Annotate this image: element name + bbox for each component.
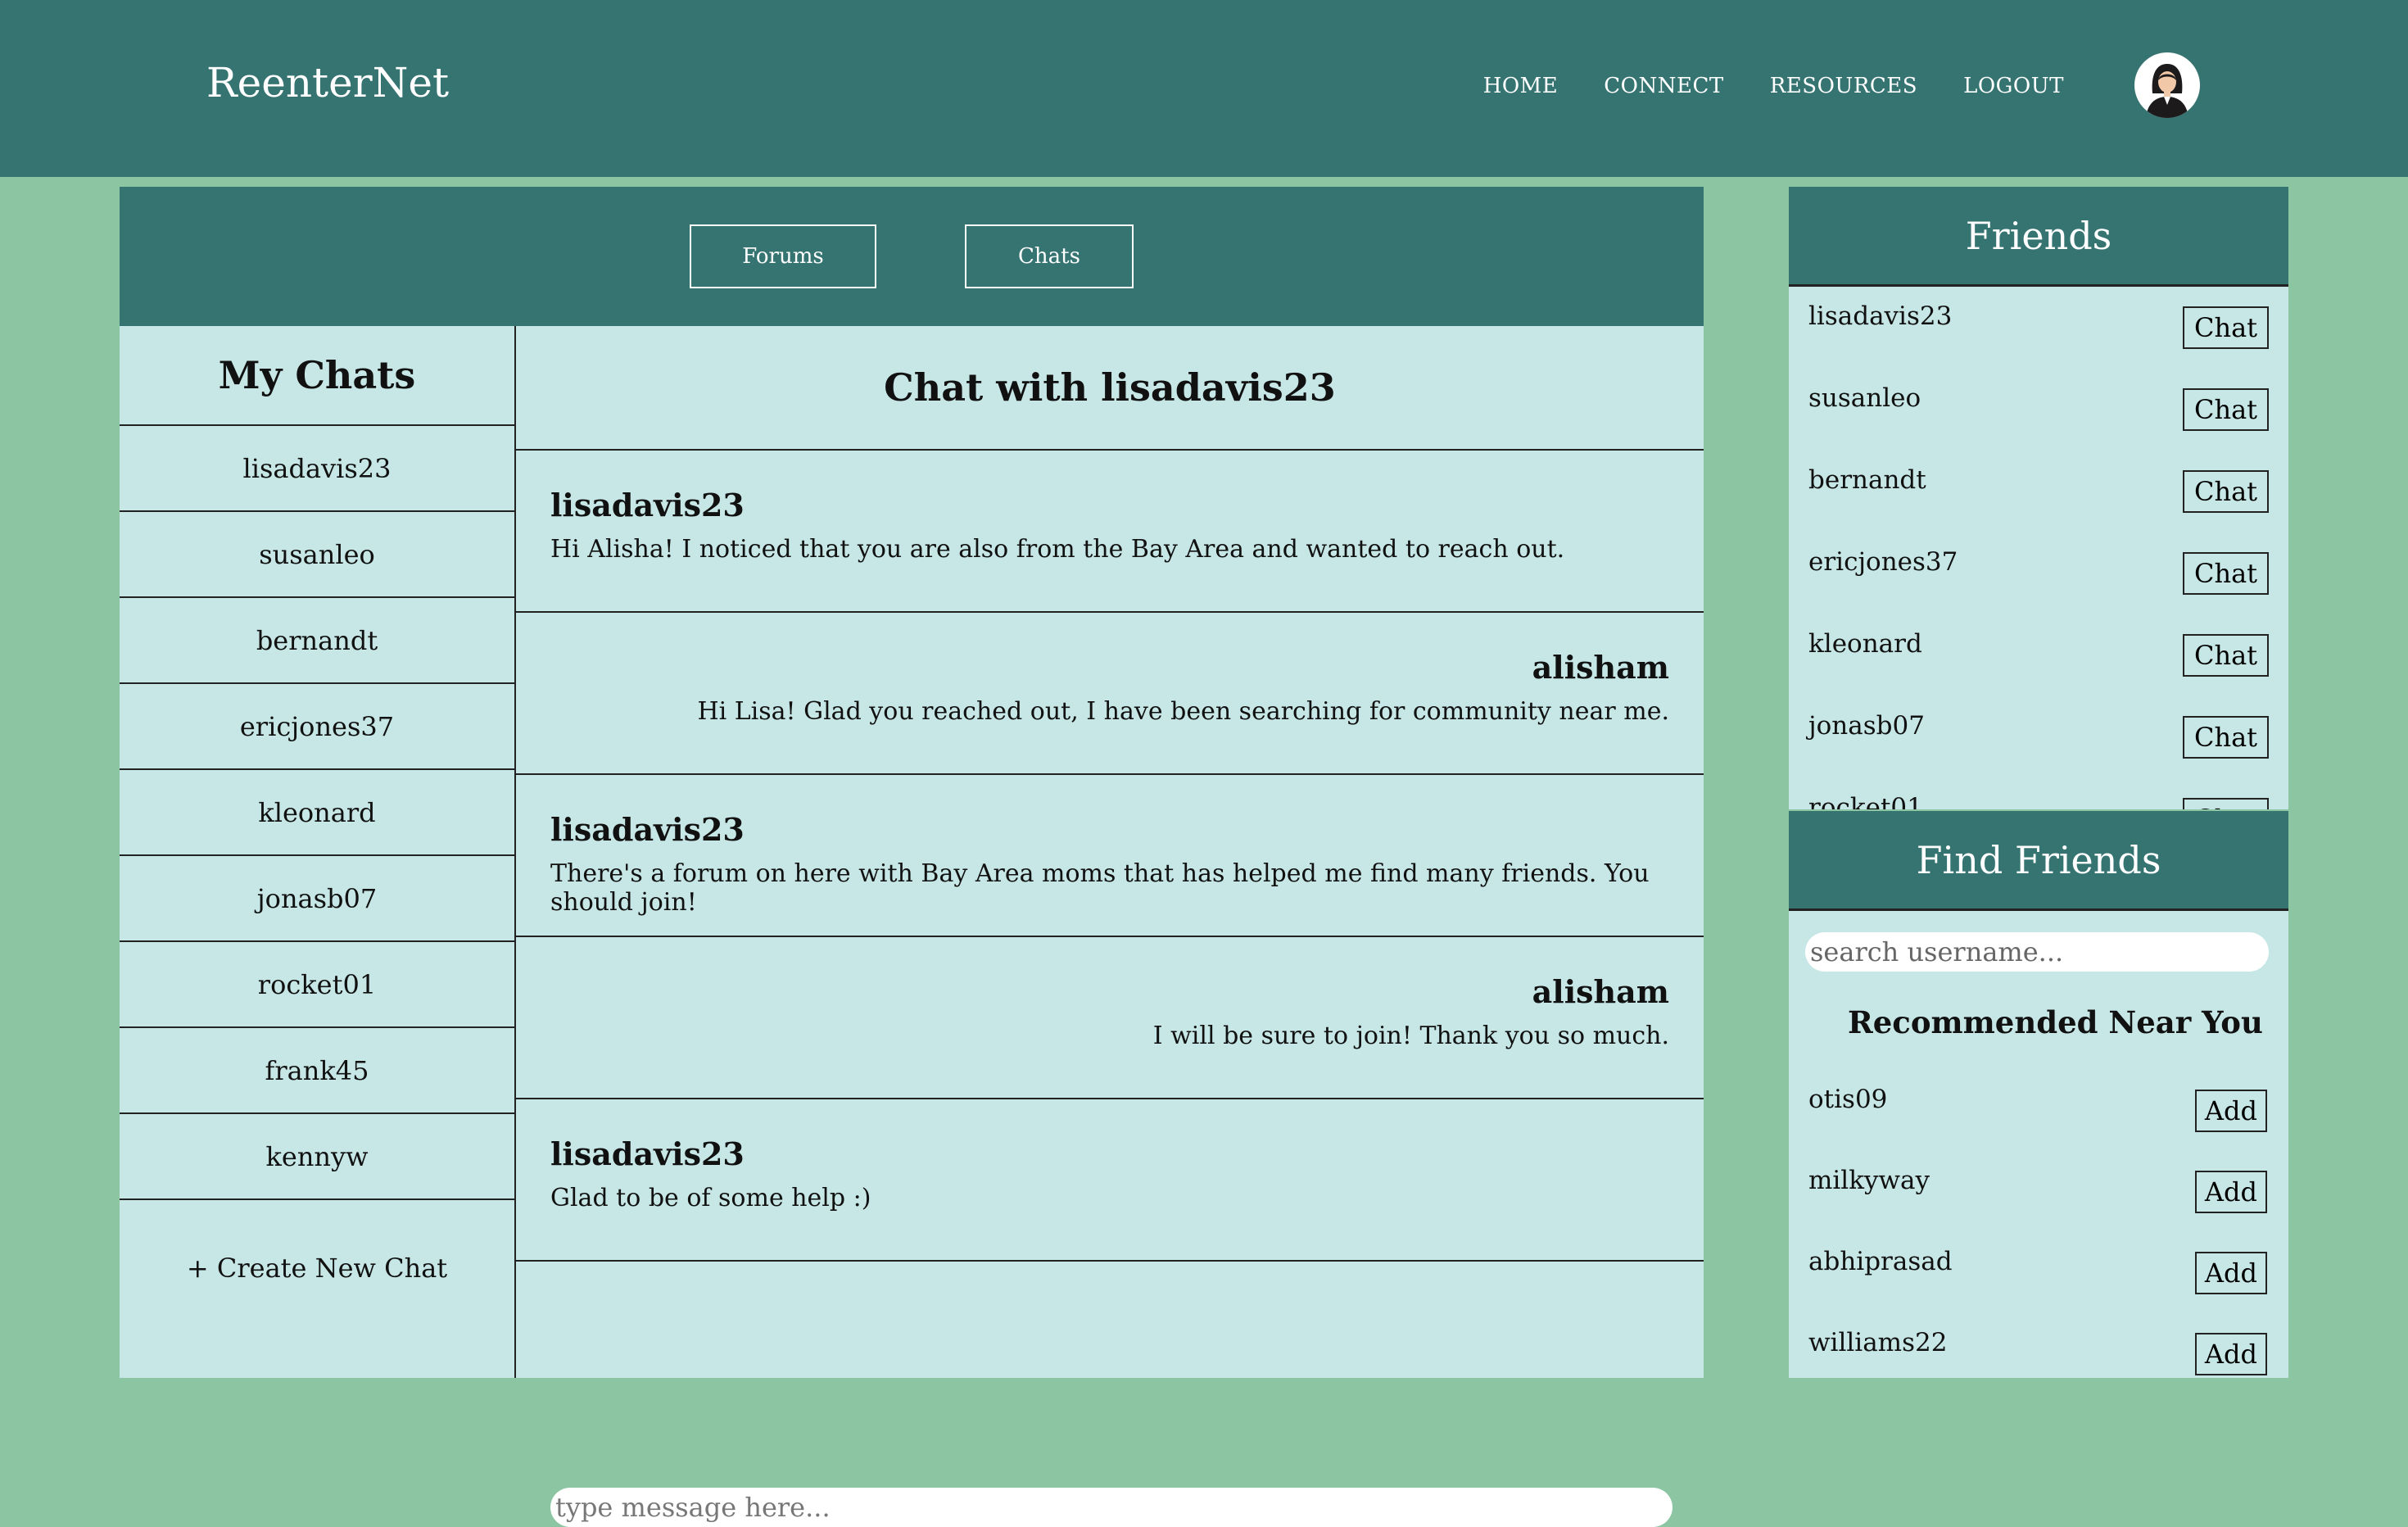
nav-resources[interactable]: RESOURCES bbox=[1770, 74, 1917, 98]
add-friend-button[interactable]: Add bbox=[2194, 1333, 2267, 1375]
nav-logout[interactable]: LOGOUT bbox=[1963, 74, 2064, 98]
create-new-chat-button[interactable]: + Create New Chat bbox=[120, 1253, 514, 1284]
add-friend-button[interactable]: Add bbox=[2194, 1252, 2267, 1294]
chat-item-lisadavis23[interactable]: lisadavis23 bbox=[120, 426, 514, 512]
chat-item-rocket01[interactable]: rocket01 bbox=[120, 942, 514, 1028]
chat-item-susanleo[interactable]: susanleo bbox=[120, 512, 514, 598]
nav-home[interactable]: HOME bbox=[1483, 74, 1559, 98]
message-author: alisham bbox=[1532, 649, 1669, 686]
recommended-row: williams22 Add bbox=[1789, 1313, 2288, 1378]
friend-row: rocket01 Chat bbox=[1789, 778, 2288, 809]
message-text: Hi Lisa! Glad you reached out, I have be… bbox=[697, 697, 1669, 726]
message-input[interactable] bbox=[550, 1488, 1672, 1527]
message: alisham I will be sure to join! Thank yo… bbox=[516, 937, 1704, 1099]
message-text: Glad to be of some help :) bbox=[550, 1184, 871, 1212]
chat-item-ericjones37[interactable]: ericjones37 bbox=[120, 684, 514, 770]
recommended-name: abhiprasad bbox=[1808, 1247, 1953, 1276]
message-author: lisadavis23 bbox=[550, 1135, 745, 1172]
find-friends-panel: Find Friends Recommended Near You otis09… bbox=[1789, 811, 2288, 1378]
friend-name: bernandt bbox=[1808, 465, 1926, 495]
recommended-row: abhiprasad Add bbox=[1789, 1232, 2288, 1313]
main-nav: HOME CONNECT RESOURCES LOGOUT bbox=[1483, 74, 2064, 98]
recommended-name: milkyway bbox=[1808, 1166, 1930, 1195]
my-chats-title: My Chats bbox=[120, 326, 514, 426]
friend-row: susanleo Chat bbox=[1789, 369, 2288, 451]
chat-item-kleonard[interactable]: kleonard bbox=[120, 770, 514, 856]
message-text: Hi Alisha! I noticed that you are also f… bbox=[550, 535, 1565, 564]
friends-title: Friends bbox=[1789, 187, 2288, 287]
chat-item-bernandt[interactable]: bernandt bbox=[120, 598, 514, 684]
section-tabs-bar: Forums Chats bbox=[120, 187, 1704, 326]
message-author: alisham bbox=[1532, 973, 1669, 1010]
friend-row: kleonard Chat bbox=[1789, 614, 2288, 696]
friend-row: lisadavis23 Chat bbox=[1789, 287, 2288, 369]
chat-button[interactable]: Chat bbox=[2182, 388, 2269, 431]
chat-button[interactable]: Chat bbox=[2182, 798, 2269, 809]
chat-item-frank45[interactable]: frank45 bbox=[120, 1028, 514, 1114]
tab-chats[interactable]: Chats bbox=[965, 224, 1134, 288]
message-author: lisadavis23 bbox=[550, 487, 745, 523]
top-nav-bar: ReenterNet HOME CONNECT RESOURCES LOGOUT bbox=[0, 0, 2408, 177]
friends-panel: Friends lisadavis23 Chat susanleo Chat b… bbox=[1789, 187, 2288, 809]
conversation-panel: Chat with lisadavis23 lisadavis23 Hi Ali… bbox=[516, 326, 1704, 1527]
friend-name: susanleo bbox=[1808, 383, 1921, 413]
message-text: There's a forum on here with Bay Area mo… bbox=[550, 859, 1650, 917]
recommended-row: milkyway Add bbox=[1789, 1151, 2288, 1232]
my-chats-sidebar: My Chats lisadavis23 susanleo bernandt e… bbox=[120, 326, 516, 1378]
chat-item-jonasb07[interactable]: jonasb07 bbox=[120, 856, 514, 942]
brand-logo[interactable]: ReenterNet bbox=[206, 59, 449, 106]
search-username-input[interactable] bbox=[1805, 932, 2269, 972]
chat-button[interactable]: Chat bbox=[2182, 716, 2269, 759]
friend-name: jonasb07 bbox=[1808, 711, 1925, 741]
chat-button[interactable]: Chat bbox=[2182, 470, 2269, 513]
add-friend-button[interactable]: Add bbox=[2194, 1090, 2267, 1132]
message-author: lisadavis23 bbox=[550, 811, 745, 848]
find-friends-title: Find Friends bbox=[1789, 811, 2288, 911]
friend-row: ericjones37 Chat bbox=[1789, 532, 2288, 614]
chat-button[interactable]: Chat bbox=[2182, 306, 2269, 349]
chat-button[interactable]: Chat bbox=[2182, 552, 2269, 595]
chat-button[interactable]: Chat bbox=[2182, 634, 2269, 677]
chat-item-kennyw[interactable]: kennyw bbox=[120, 1114, 514, 1200]
message: lisadavis23 There's a forum on here with… bbox=[516, 775, 1704, 937]
recommended-name: williams22 bbox=[1808, 1328, 1948, 1357]
friend-name: rocket01 bbox=[1808, 793, 1923, 809]
recommended-name: otis09 bbox=[1808, 1085, 1888, 1114]
recommended-title: Recommended Near You bbox=[1848, 1004, 2263, 1040]
friend-name: lisadavis23 bbox=[1808, 301, 1953, 331]
friend-name: ericjones37 bbox=[1808, 547, 1958, 577]
friend-name: kleonard bbox=[1808, 629, 1922, 659]
message: lisadavis23 Glad to be of some help :) bbox=[516, 1099, 1704, 1262]
conversation-title: Chat with lisadavis23 bbox=[516, 326, 1704, 451]
tab-forums[interactable]: Forums bbox=[690, 224, 876, 288]
message: lisadavis23 Hi Alisha! I noticed that yo… bbox=[516, 451, 1704, 613]
friend-row: bernandt Chat bbox=[1789, 451, 2288, 532]
user-avatar-icon[interactable] bbox=[2134, 52, 2200, 118]
message-text: I will be sure to join! Thank you so muc… bbox=[1152, 1022, 1669, 1050]
nav-connect[interactable]: CONNECT bbox=[1604, 74, 1723, 98]
add-friend-button[interactable]: Add bbox=[2194, 1171, 2267, 1213]
main-panel: Forums Chats My Chats lisadavis23 susanl… bbox=[120, 187, 1704, 1527]
friend-row: jonasb07 Chat bbox=[1789, 696, 2288, 778]
recommended-list: otis09 Add milkyway Add abhiprasad Add w… bbox=[1789, 1070, 2288, 1378]
recommended-row: otis09 Add bbox=[1789, 1070, 2288, 1151]
message: alisham Hi Lisa! Glad you reached out, I… bbox=[516, 613, 1704, 775]
